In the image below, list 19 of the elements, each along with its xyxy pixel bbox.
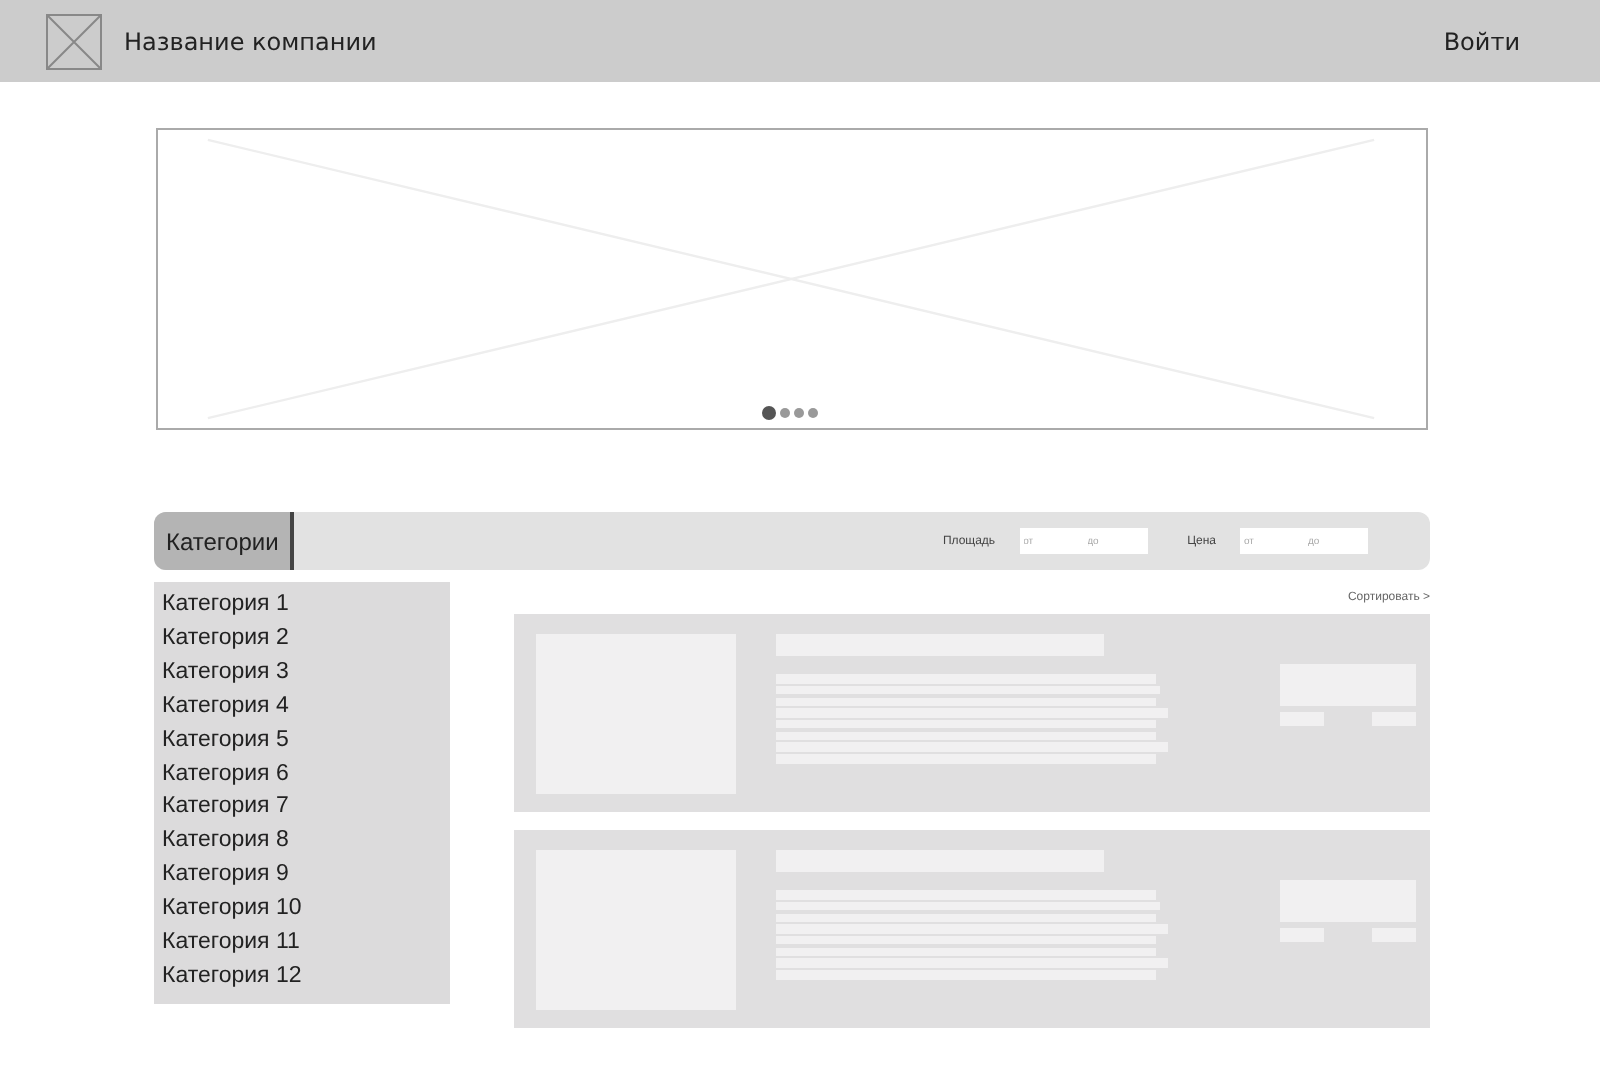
category-item[interactable]: Категория 6 <box>154 757 450 791</box>
category-item[interactable]: Категория 7 <box>154 790 450 825</box>
category-item[interactable]: Категория 11 <box>154 926 450 960</box>
category-item[interactable]: Категория 2 <box>154 621 450 656</box>
category-item[interactable]: Категория 5 <box>154 723 450 758</box>
company-name: Название компании <box>124 27 377 55</box>
categories-tab[interactable]: Категории <box>154 512 295 570</box>
category-item[interactable]: Категория 10 <box>154 892 450 927</box>
carousel-dot[interactable] <box>794 408 804 418</box>
category-item[interactable]: Категория 1 <box>154 588 450 622</box>
category-item[interactable]: Категория 12 <box>154 959 450 994</box>
category-item[interactable]: Категория 3 <box>154 655 450 690</box>
logo-placeholder-icon <box>46 13 102 69</box>
category-item[interactable]: Категория 8 <box>154 824 450 859</box>
category-item[interactable]: Категория 9 <box>154 858 450 893</box>
category-item[interactable]: Категория 4 <box>154 689 450 724</box>
carousel-dot[interactable] <box>780 408 790 418</box>
carousel-dot[interactable] <box>808 408 818 418</box>
login-link[interactable]: Войти <box>1443 27 1520 55</box>
